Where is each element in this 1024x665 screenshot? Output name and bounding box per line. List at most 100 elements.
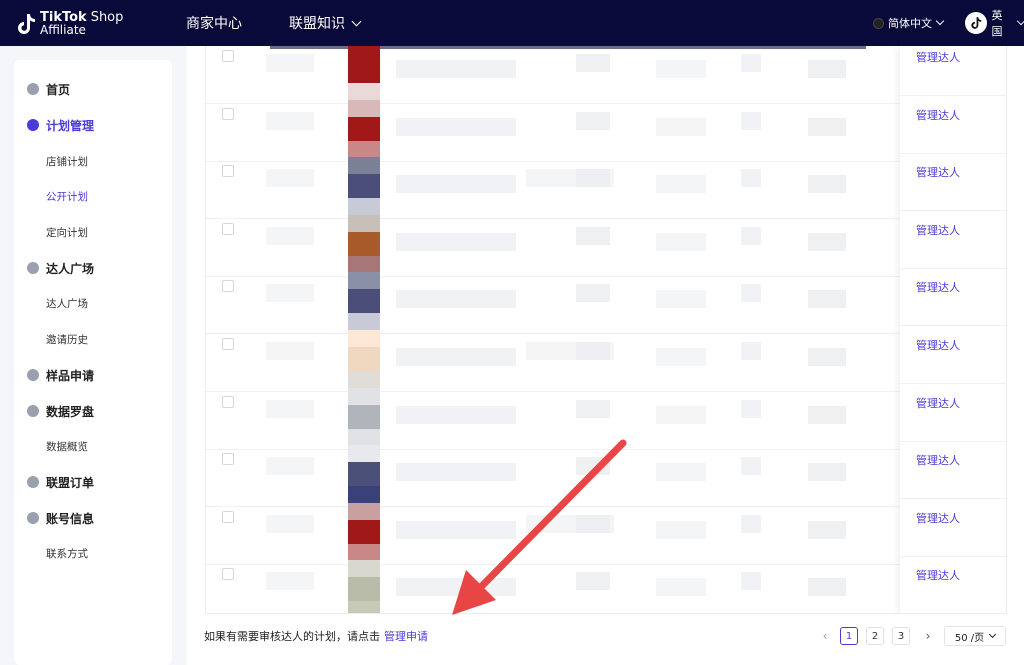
blurred-cell bbox=[266, 112, 314, 130]
table-row bbox=[206, 215, 1006, 277]
nav-merchant-center[interactable]: 商家中心 bbox=[186, 0, 242, 46]
product-thumbnail bbox=[348, 157, 380, 215]
manage-applications-link[interactable]: 管理申请 bbox=[384, 630, 428, 643]
sidebar-item-5[interactable]: 达人广场 bbox=[14, 253, 172, 283]
row-checkbox[interactable] bbox=[222, 108, 234, 120]
page-3-button[interactable]: 3 bbox=[892, 626, 910, 646]
blurred-cell bbox=[396, 175, 516, 193]
logo-affiliate-text: Affiliate bbox=[40, 23, 86, 37]
next-page-button[interactable]: › bbox=[920, 626, 936, 646]
page-2-button[interactable]: 2 bbox=[866, 626, 884, 646]
blurred-cell bbox=[741, 284, 761, 302]
sidebar-item-11[interactable]: 联盟订单 bbox=[14, 467, 172, 497]
blurred-cell bbox=[396, 521, 516, 539]
blurred-cell bbox=[266, 284, 314, 302]
table-row bbox=[206, 100, 1006, 162]
blurred-cell bbox=[741, 515, 761, 533]
sidebar-item-8[interactable]: 样品申请 bbox=[14, 360, 172, 390]
blurred-cell bbox=[808, 348, 846, 366]
blurred-cell bbox=[656, 521, 706, 539]
manage-creators-button[interactable]: 管理达人 bbox=[916, 395, 960, 411]
tiktok-shop-affiliate-logo[interactable]: TikTok Shop Affiliate bbox=[16, 9, 126, 39]
blurred-cell bbox=[656, 60, 706, 78]
chevron-down-icon bbox=[1016, 16, 1024, 26]
row-checkbox[interactable] bbox=[222, 396, 234, 408]
sidebar-item-label: 联系方式 bbox=[46, 547, 88, 560]
row-checkbox[interactable] bbox=[222, 453, 234, 465]
product-thumbnail bbox=[348, 330, 380, 388]
blurred-cell bbox=[808, 406, 846, 424]
sidebar-item-label: 计划管理 bbox=[46, 118, 95, 133]
table-row bbox=[206, 272, 1006, 334]
blurred-cell bbox=[266, 169, 314, 187]
sidebar-item-3[interactable]: 公开计划 bbox=[14, 181, 172, 211]
blurred-cell bbox=[741, 227, 761, 245]
sidebar-item-6[interactable]: 达人广场 bbox=[14, 288, 172, 318]
chevron-down-icon bbox=[989, 630, 997, 638]
language-selector[interactable]: 简体中文 bbox=[873, 0, 945, 46]
sidebar-item-9[interactable]: 数据罗盘 bbox=[14, 396, 172, 426]
blurred-cell bbox=[576, 457, 610, 475]
blurred-cell bbox=[266, 227, 314, 245]
product-thumbnail bbox=[348, 503, 380, 561]
row-divider bbox=[900, 210, 1006, 211]
product-thumbnail bbox=[348, 388, 380, 446]
manage-creators-button[interactable]: 管理达人 bbox=[916, 279, 960, 295]
sidebar-item-0[interactable]: 首页 bbox=[14, 74, 172, 104]
blurred-cell bbox=[741, 112, 761, 130]
sidebar-item-label: 店铺计划 bbox=[46, 155, 88, 168]
manage-creators-button[interactable]: 管理达人 bbox=[916, 222, 960, 238]
sidebar-item-4[interactable]: 定向计划 bbox=[14, 217, 172, 247]
page-1-button[interactable]: 1 bbox=[840, 626, 858, 646]
manage-creators-button[interactable]: 管理达人 bbox=[916, 510, 960, 526]
product-thumbnail bbox=[348, 215, 380, 273]
blurred-cell bbox=[396, 463, 516, 481]
sidebar-item-label: 联盟订单 bbox=[46, 475, 95, 490]
blurred-cell bbox=[526, 515, 614, 533]
manage-creators-button[interactable]: 管理达人 bbox=[916, 107, 960, 123]
logo-shop-text: Shop bbox=[90, 10, 124, 25]
sidebar-item-12[interactable]: 账号信息 bbox=[14, 503, 172, 533]
plan-icon bbox=[27, 119, 39, 131]
blurred-cell bbox=[396, 60, 516, 78]
manage-creators-button[interactable]: 管理达人 bbox=[916, 164, 960, 180]
row-checkbox[interactable] bbox=[222, 568, 234, 580]
row-divider bbox=[900, 325, 1006, 326]
sidebar-item-label: 数据概览 bbox=[46, 440, 88, 453]
manage-creators-button[interactable]: 管理达人 bbox=[916, 49, 960, 65]
prev-page-button[interactable]: ‹ bbox=[817, 626, 833, 646]
table-row bbox=[206, 46, 1006, 104]
blurred-cell bbox=[576, 227, 610, 245]
row-checkbox[interactable] bbox=[222, 165, 234, 177]
blurred-cell bbox=[396, 406, 516, 424]
row-checkbox[interactable] bbox=[222, 338, 234, 350]
sidebar-item-10[interactable]: 数据概览 bbox=[14, 431, 172, 461]
nav-affiliate-knowledge[interactable]: 联盟知识 bbox=[289, 0, 362, 46]
row-checkbox[interactable] bbox=[222, 511, 234, 523]
blurred-cell bbox=[656, 578, 706, 596]
manage-creators-button[interactable]: 管理达人 bbox=[916, 567, 960, 583]
region-selector[interactable]: 英国 bbox=[965, 0, 1024, 46]
sidebar-item-label: 达人广场 bbox=[46, 297, 88, 310]
review-hint: 如果有需要审核达人的计划，请点击 管理申请 bbox=[204, 628, 428, 644]
sidebar-item-13[interactable]: 联系方式 bbox=[14, 538, 172, 568]
manage-creators-button[interactable]: 管理达人 bbox=[916, 452, 960, 468]
blurred-cell bbox=[741, 457, 761, 475]
sidebar-item-2[interactable]: 店铺计划 bbox=[14, 146, 172, 176]
sidebar-item-1[interactable]: 计划管理 bbox=[14, 110, 172, 140]
table-row bbox=[206, 388, 1006, 450]
table-row bbox=[206, 330, 1006, 392]
compass-icon bbox=[27, 405, 39, 417]
region-label: 英国 bbox=[991, 9, 1003, 38]
page-size-select[interactable]: 50 /页 bbox=[944, 626, 1006, 646]
row-checkbox[interactable] bbox=[222, 223, 234, 235]
blurred-cell bbox=[526, 342, 614, 360]
blurred-cell bbox=[266, 572, 314, 590]
row-divider bbox=[900, 95, 1006, 96]
row-checkbox[interactable] bbox=[222, 50, 234, 62]
row-checkbox[interactable] bbox=[222, 280, 234, 292]
review-hint-text: 如果有需要审核达人的计划，请点击 bbox=[204, 630, 380, 643]
box-icon bbox=[27, 369, 39, 381]
manage-creators-button[interactable]: 管理达人 bbox=[916, 337, 960, 353]
sidebar-item-7[interactable]: 邀请历史 bbox=[14, 324, 172, 354]
